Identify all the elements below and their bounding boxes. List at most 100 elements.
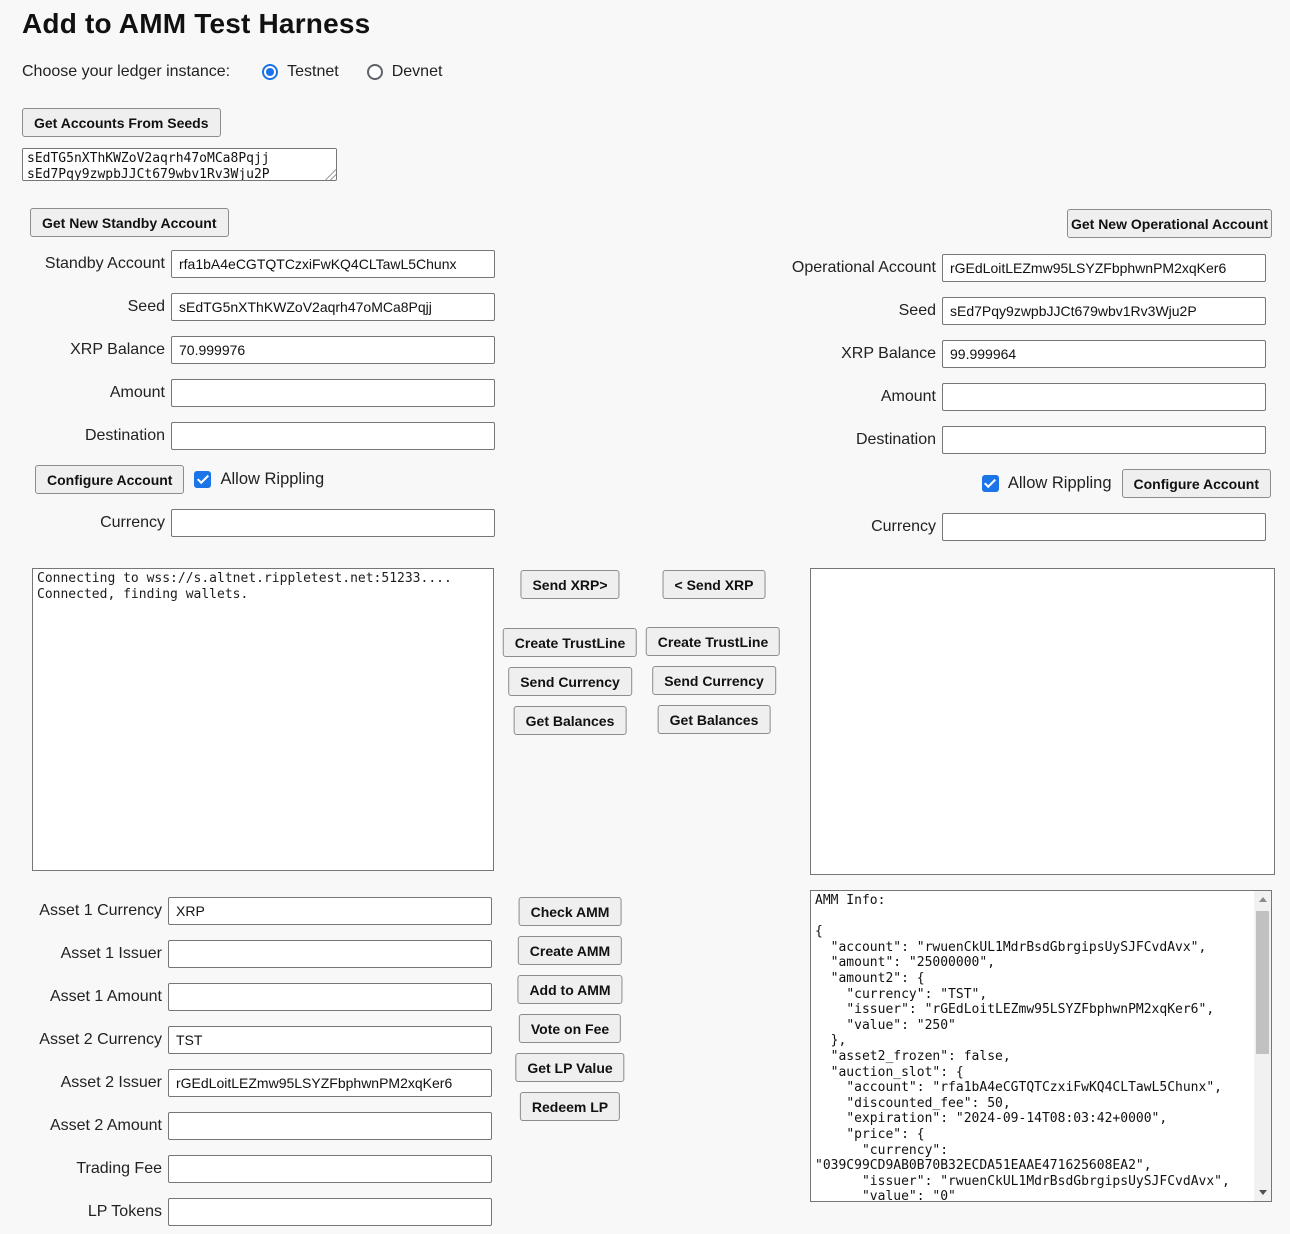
standby-configure-row: Configure Account Allow Rippling (35, 465, 495, 494)
operational-results-console[interactable] (810, 568, 1275, 875)
standby-send-currency-button[interactable]: Send Currency (508, 667, 632, 696)
operational-send-currency-button[interactable]: Send Currency (652, 666, 776, 695)
operational-get-balances-button[interactable]: Get Balances (658, 705, 771, 734)
ledger-instance-row: Choose your ledger instance: Testnet Dev… (22, 63, 470, 81)
standby-fields: Standby Account Seed XRP Balance Amount … (30, 250, 495, 552)
trading-fee-row: Trading Fee (30, 1155, 492, 1183)
operational-configure-account-button[interactable]: Configure Account (1122, 469, 1271, 498)
operational-allow-rippling-checkbox[interactable] (982, 475, 999, 492)
asset2-amount-row: Asset 2 Amount (30, 1112, 492, 1140)
operational-configure-row: Allow Rippling Configure Account (778, 469, 1271, 498)
asset1-issuer-label: Asset 1 Issuer (30, 945, 168, 963)
get-accounts-from-seeds-button[interactable]: Get Accounts From Seeds (22, 108, 221, 137)
standby-destination-row: Destination (30, 422, 495, 450)
trading-fee-input[interactable] (168, 1155, 492, 1183)
operational-seed-row: Seed (778, 297, 1271, 325)
radio-option-devnet[interactable]: Devnet (367, 63, 443, 81)
asset2-currency-input[interactable] (168, 1026, 492, 1054)
standby-allow-rippling-checkbox[interactable] (194, 471, 211, 488)
redeem-lp-button[interactable]: Redeem LP (520, 1092, 620, 1121)
page-title: Add to AMM Test Harness (22, 8, 370, 40)
standby-seed-row: Seed (30, 293, 495, 321)
operational-destination-label: Destination (778, 431, 942, 449)
operational-seed-input[interactable] (942, 297, 1266, 325)
standby-create-trustline-button[interactable]: Create TrustLine (503, 628, 637, 657)
standby-xrp-balance-label: XRP Balance (30, 341, 171, 359)
operational-send-xrp-button[interactable]: < Send XRP (663, 570, 766, 599)
standby-get-balances-button[interactable]: Get Balances (514, 706, 627, 735)
lp-tokens-label: LP Tokens (30, 1203, 168, 1221)
asset1-currency-label: Asset 1 Currency (30, 902, 168, 920)
scrollbar-thumb[interactable] (1256, 911, 1269, 1054)
scrollbar-up-arrow-icon[interactable] (1254, 891, 1271, 908)
operational-fields: Operational Account Seed XRP Balance Amo… (778, 254, 1271, 556)
standby-xrp-balance-row: XRP Balance (30, 336, 495, 364)
operational-create-trustline-button[interactable]: Create TrustLine (646, 627, 780, 656)
operational-account-row: Operational Account (778, 254, 1271, 282)
amm-info-scrollbar[interactable] (1254, 891, 1271, 1201)
asset2-issuer-input[interactable] (168, 1069, 492, 1097)
get-lp-value-button[interactable]: Get LP Value (515, 1053, 624, 1082)
standby-results-console[interactable]: Connecting to wss://s.altnet.rippletest.… (32, 568, 494, 871)
operational-destination-row: Destination (778, 426, 1271, 454)
asset1-amount-row: Asset 1 Amount (30, 983, 492, 1011)
testnet-radio-label: Testnet (287, 63, 339, 81)
operational-destination-input[interactable] (942, 426, 1266, 454)
amm-info-box[interactable]: AMM Info: { "account": "rwuenCkUL1MdrBsd… (810, 890, 1272, 1202)
standby-destination-input[interactable] (171, 422, 495, 450)
operational-amount-input[interactable] (942, 383, 1266, 411)
seeds-textarea[interactable]: sEdTG5nXThKWZoV2aqrh47oMCa8Pqjj sEd7Pqy9… (22, 148, 337, 181)
standby-account-label: Standby Account (30, 255, 171, 273)
operational-xrp-balance-input[interactable] (942, 340, 1266, 368)
standby-seed-input[interactable] (171, 293, 495, 321)
lp-tokens-row: LP Tokens (30, 1198, 492, 1226)
amm-fields: Asset 1 Currency Asset 1 Issuer Asset 1 … (30, 897, 492, 1234)
check-amm-button[interactable]: Check AMM (519, 897, 622, 926)
standby-destination-label: Destination (30, 427, 171, 445)
scrollbar-down-arrow-icon[interactable] (1254, 1184, 1271, 1201)
lp-tokens-input[interactable] (168, 1198, 492, 1226)
vote-on-fee-button[interactable]: Vote on Fee (519, 1014, 621, 1043)
asset2-issuer-row: Asset 2 Issuer (30, 1069, 492, 1097)
devnet-radio-icon[interactable] (367, 64, 383, 80)
standby-send-xrp-button[interactable]: Send XRP> (520, 570, 619, 599)
standby-currency-row: Currency (30, 509, 495, 537)
asset1-currency-input[interactable] (168, 897, 492, 925)
amm-info-text: AMM Info: { "account": "rwuenCkUL1MdrBsd… (811, 891, 1254, 1201)
asset2-issuer-label: Asset 2 Issuer (30, 1074, 168, 1092)
get-new-standby-account-button[interactable]: Get New Standby Account (30, 208, 229, 237)
asset2-currency-label: Asset 2 Currency (30, 1031, 168, 1049)
standby-account-input[interactable] (171, 250, 495, 278)
asset2-amount-input[interactable] (168, 1112, 492, 1140)
operational-account-input[interactable] (942, 254, 1266, 282)
standby-configure-account-button[interactable]: Configure Account (35, 465, 184, 494)
add-to-amm-button[interactable]: Add to AMM (517, 975, 622, 1004)
operational-xrp-balance-row: XRP Balance (778, 340, 1271, 368)
standby-seed-label: Seed (30, 298, 171, 316)
operational-currency-row: Currency (778, 513, 1271, 541)
operational-amount-row: Amount (778, 383, 1271, 411)
standby-xrp-balance-input[interactable] (171, 336, 495, 364)
asset1-issuer-input[interactable] (168, 940, 492, 968)
radio-option-testnet[interactable]: Testnet (262, 63, 339, 81)
operational-amount-label: Amount (778, 388, 942, 406)
standby-amount-input[interactable] (171, 379, 495, 407)
amm-test-harness-page: Add to AMM Test Harness Choose your ledg… (0, 0, 1290, 1234)
asset1-issuer-row: Asset 1 Issuer (30, 940, 492, 968)
get-new-operational-account-button[interactable]: Get New Operational Account (1067, 209, 1272, 238)
devnet-radio-label: Devnet (392, 63, 443, 81)
asset1-currency-row: Asset 1 Currency (30, 897, 492, 925)
asset1-amount-input[interactable] (168, 983, 492, 1011)
testnet-radio-icon[interactable] (262, 64, 278, 80)
standby-currency-label: Currency (30, 514, 171, 532)
standby-allow-rippling-label: Allow Rippling (220, 470, 324, 489)
standby-amount-row: Amount (30, 379, 495, 407)
asset1-amount-label: Asset 1 Amount (30, 988, 168, 1006)
trading-fee-label: Trading Fee (30, 1160, 168, 1178)
standby-amount-label: Amount (30, 384, 171, 402)
operational-allow-rippling-label: Allow Rippling (1008, 474, 1112, 493)
operational-currency-input[interactable] (942, 513, 1266, 541)
create-amm-button[interactable]: Create AMM (518, 936, 622, 965)
standby-currency-input[interactable] (171, 509, 495, 537)
ledger-instance-label: Choose your ledger instance: (22, 63, 230, 81)
